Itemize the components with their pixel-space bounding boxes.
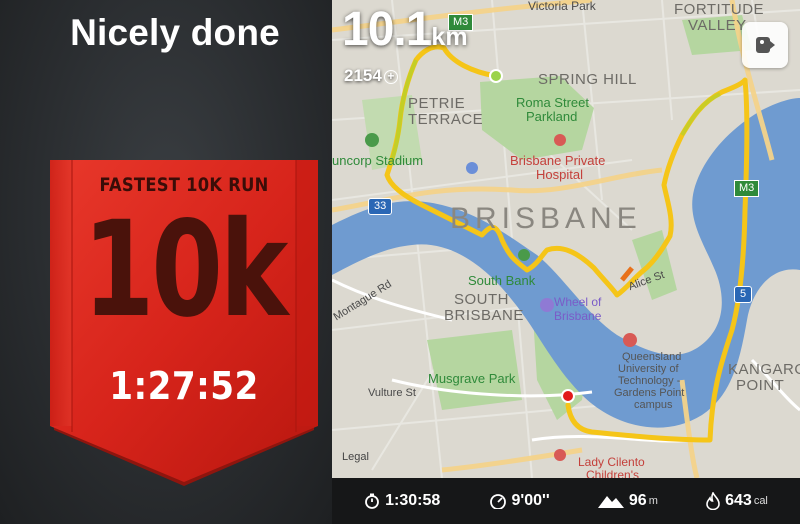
stat-elevation-value: 96 (628, 492, 647, 509)
label-hospital-2: Hospital (536, 167, 583, 182)
road-shield-33: 33 (368, 198, 393, 215)
stopwatch-icon (365, 493, 380, 509)
label-suncorp: uncorp Stadium (332, 153, 424, 168)
achievement-panel: Nicely done FASTEST 10K RUN 10k 1:27:52 (0, 0, 332, 524)
label-roma-1: Roma Street (516, 95, 589, 110)
stat-duration: 1:30:58 (364, 492, 440, 510)
plus-circle-icon: + (383, 70, 398, 84)
label-fortitude-2: VALLEY (688, 17, 747, 34)
stats-bar: 1:30:58 9'00'' 96 m 643 cal (332, 478, 800, 524)
label-petrie-2: TERRACE (408, 111, 484, 128)
label-vulture-st: Vulture St (368, 387, 416, 399)
headline: Nicely done (70, 12, 280, 53)
road-shield-5: 5 (734, 286, 753, 303)
distance-unit: km (431, 23, 468, 51)
badge-distance: 10k (82, 193, 289, 347)
stat-pace: 9'00'' (489, 492, 550, 510)
stat-calories-unit: cal (753, 495, 768, 507)
label-brisbane: BRISBANE (450, 202, 642, 235)
label-south-brisbane-1: SOUTH (454, 291, 509, 308)
label-roma-2: Parkland (526, 109, 578, 124)
road-shield-m3-east: M3 (734, 180, 760, 197)
share-button[interactable] (742, 22, 788, 68)
label-lady-cilento-1: Lady Cilento (578, 455, 645, 469)
steps-readout[interactable]: 2154 + (344, 66, 398, 86)
label-hospital-1: Brisbane Private (510, 153, 606, 168)
label-wheel-2: Brisbane (554, 309, 602, 323)
stat-pace-value: 9'00'' (511, 492, 550, 509)
label-spring-hill: SPRING HILL (538, 71, 637, 88)
flame-icon (706, 492, 720, 510)
elevation-icon (597, 496, 624, 508)
pace-gauge-icon (489, 494, 506, 509)
stat-duration-value: 1:30:58 (385, 492, 441, 509)
label-south-bank: South Bank (468, 273, 536, 288)
badge-time: 1:27:52 (109, 364, 259, 408)
label-musgrave: Musgrave Park (428, 371, 516, 386)
route-map[interactable]: M3 33 M3 5 Victoria Park FORTITUDE VALLE… (332, 0, 800, 478)
legal-link[interactable]: Legal (342, 452, 369, 463)
label-victoria-park: Victoria Park (528, 0, 596, 13)
achievement-badge: FASTEST 10K RUN 10k 1:27:52 (50, 160, 318, 490)
label-qut-5: campus (634, 399, 673, 411)
distance-value: 10.1 (342, 3, 432, 56)
share-icon (756, 37, 775, 53)
distance-readout: 10.1km (342, 2, 468, 57)
label-kangaroo-2: POINT (736, 377, 785, 394)
label-fortitude-1: FORTITUDE (674, 1, 765, 18)
label-qut-2: University of (618, 363, 679, 375)
steps-value: 2154 (344, 66, 382, 85)
label-wheel-1: Wheel of (554, 295, 602, 309)
stat-elevation-unit: m (648, 495, 658, 507)
stat-calories-value: 643 (725, 492, 752, 509)
label-petrie-1: PETRIE (408, 95, 466, 112)
label-qut-1: Queensland (622, 351, 682, 363)
label-lady-cilento-2: Children's (586, 468, 639, 478)
stat-elevation: 96 m (597, 492, 658, 510)
label-qut-3: Technology - (618, 375, 681, 387)
stat-calories: 643 cal (706, 492, 768, 510)
label-south-brisbane-2: BRISBANE (444, 307, 524, 324)
label-kangaroo-1: KANGAROO (728, 361, 800, 378)
label-qut-4: Gardens Point (614, 387, 685, 399)
